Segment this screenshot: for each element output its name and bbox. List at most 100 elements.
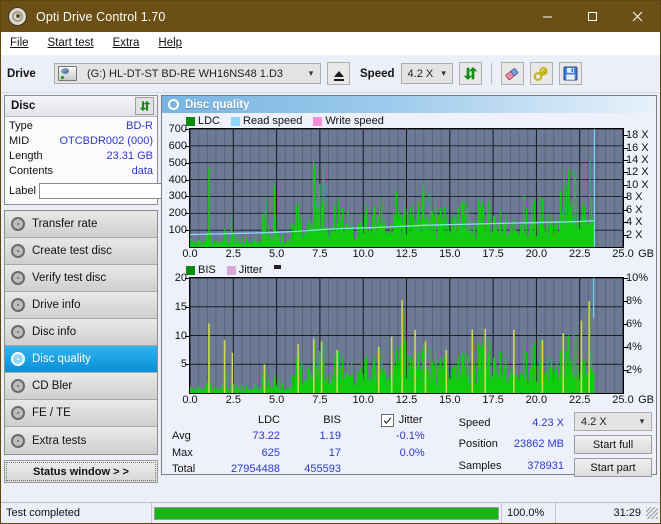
stats-table: LDC BIS Jitter Avg 73.22 1.19 -0.1% Max …	[168, 412, 441, 477]
resize-grip-icon[interactable]	[646, 507, 658, 519]
page-title: Disc quality	[185, 98, 250, 111]
sidebar-item-label: Transfer rate	[32, 218, 98, 230]
y-tick-label-right: 6%	[626, 318, 642, 330]
sidebar-item-disc-quality[interactable]: Disc quality	[5, 346, 157, 373]
disc-row-mid: MID OTCBDR002 (000)	[9, 134, 153, 149]
bis-plot-area[interactable]	[189, 277, 624, 394]
sidebar-item-verify-test-disc[interactable]: Verify test disc	[5, 265, 157, 292]
stats-area: LDC BIS Jitter Avg 73.22 1.19 -0.1% Max …	[162, 408, 656, 477]
disc-row-mid-value: OTCBDR002 (000)	[59, 135, 153, 147]
y-tick-label-right: 2%	[626, 364, 642, 376]
x-tick-label: 20.0	[525, 248, 548, 260]
menu-file[interactable]: File	[10, 37, 29, 49]
stats-position-label: Position	[458, 438, 498, 451]
minimize-icon[interactable]	[525, 1, 570, 32]
refresh-button[interactable]	[458, 62, 482, 85]
table-row: Speed 4.23 X	[455, 412, 568, 434]
disc-label-row: Label	[9, 181, 241, 201]
legend-entry-jitter: Jitter	[226, 264, 263, 276]
stats-row-avg-label: Avg	[172, 430, 191, 443]
stats-row-max-bis: 17	[328, 446, 341, 459]
status-bar: Test completed 100.0% 31:29	[1, 502, 660, 523]
x-tick-label: 5.0	[268, 248, 285, 260]
sidebar-item-extra-tests[interactable]: Extra tests	[5, 427, 157, 454]
jitter-toggle[interactable]: Jitter	[380, 413, 437, 427]
y-tick-label-right: 12 X	[626, 166, 649, 179]
disc-icon	[11, 379, 25, 393]
sidebar-item-create-test-disc[interactable]: Create test disc	[5, 238, 157, 265]
start-part-button[interactable]: Start part	[574, 458, 652, 477]
legend-entry-write-speed: Write speed	[313, 115, 384, 127]
chevron-down-icon: ▾	[308, 68, 314, 78]
window-controls	[525, 1, 660, 32]
ldc-x-axis: 0.0 2.5 5.0 7.5 10.0 12.5 15.0 17.5 20.0 22.5 25.0…	[182, 248, 654, 262]
drive-select[interactable]: (G:) HL-DT-ST BD-RE WH16NS48 1.D3 ▾	[54, 63, 321, 84]
menu-extra[interactable]: Extra	[113, 37, 140, 49]
menu-start-test[interactable]: Start test	[48, 37, 94, 49]
x-tick-label: 22.5	[568, 394, 591, 406]
eject-button[interactable]	[327, 62, 350, 85]
status-window-button[interactable]: Status window > >	[4, 460, 158, 483]
erase-button[interactable]	[500, 62, 524, 85]
y-tick-mark-right	[624, 160, 628, 162]
legend-label-bis: BIS	[198, 264, 216, 276]
x-tick-label: 2.5	[225, 248, 241, 260]
y-tick-mark-right	[624, 301, 628, 302]
disc-row-contents: Contents data	[9, 164, 153, 179]
start-part-label: Start part	[590, 461, 636, 474]
legend-label-jitter: Jitter	[238, 264, 263, 276]
disc-info-rows: Type BD-R MID OTCBDR002 (000) Length 23.…	[5, 117, 241, 204]
sidebar-item-label: Extra tests	[32, 434, 87, 447]
y-tick-mark-right	[624, 209, 628, 211]
sidebar-item-fe-te[interactable]: FE / TE	[5, 400, 157, 427]
ldc-plot-row: 700 600 500 400 300 200 100 18 X 16 X 14 X 12 X 10…	[162, 123, 656, 248]
app-window: Opti Drive Control 1.70 File Start test …	[0, 0, 661, 524]
save-icon	[563, 66, 578, 81]
x-tick-label: 20.0	[525, 394, 548, 406]
stats-row-total-label: Total	[172, 462, 196, 475]
speed-select[interactable]: 4.2 X ▾	[400, 63, 453, 84]
table-row: Position 23862 MB	[455, 434, 568, 456]
menu-help[interactable]: Help	[158, 37, 182, 49]
disc-icon	[168, 99, 179, 110]
bis-plot-row: 20 15 10 5 10% 8% 6% 4% 2%	[162, 272, 656, 394]
elapsed-time: 31:29	[613, 507, 641, 519]
status-window-label: Status window > >	[33, 465, 129, 478]
action-buttons: 4.2 X ▾ Start full Start part	[574, 412, 656, 477]
sidebar-item-drive-info[interactable]: Drive info	[5, 292, 157, 319]
bis-chart: BIS Jitter 20 15 10 5 10% 8% 6% 4% 2% 0.0 2.5 5.	[162, 262, 656, 408]
tools-button[interactable]	[529, 62, 553, 85]
jitter-label: Jitter	[398, 414, 423, 427]
ldc-plot-area[interactable]	[189, 128, 624, 248]
close-icon[interactable]	[615, 1, 660, 32]
x-tick-label: 25.0	[612, 248, 634, 260]
x-tick-label: 2.5	[225, 394, 241, 406]
progress-container	[151, 503, 502, 523]
tools-icon	[533, 66, 548, 81]
sidebar-item-transfer-rate[interactable]: Transfer rate	[5, 211, 157, 238]
speed-label: Speed	[360, 67, 395, 80]
speed-select-value: 4.2 X	[407, 67, 434, 80]
save-button[interactable]	[558, 62, 582, 85]
y-tick-label-right: 16 X	[626, 141, 649, 154]
chevron-down-icon: ▾	[639, 416, 645, 426]
refresh-icon	[463, 67, 477, 80]
menu-help-label: Help	[158, 37, 183, 49]
sidebar-item-cd-bler[interactable]: CD Bler	[5, 373, 157, 400]
disc-panel-header: Disc	[5, 96, 157, 117]
disc-icon	[11, 217, 25, 231]
bis-chart-legend: BIS Jitter	[162, 262, 656, 277]
sidebar-item-disc-info[interactable]: Disc info	[5, 319, 157, 346]
legend-swatch-bis	[186, 265, 195, 275]
x-tick-label: 12.5	[395, 394, 418, 406]
disc-refresh-button[interactable]	[135, 97, 154, 115]
jitter-checkbox[interactable]	[380, 413, 394, 427]
content-area: Disc quality LDC Read speed Write speed …	[161, 93, 660, 477]
maximize-icon[interactable]	[570, 1, 615, 32]
sidebar-item-label: Verify test disc	[32, 272, 107, 284]
legend-entry-read-speed: Read speed	[231, 115, 302, 127]
start-full-button[interactable]: Start full	[574, 435, 652, 454]
test-speed-select[interactable]: 4.2 X ▾	[574, 412, 652, 431]
toolbar: Drive (G:) HL-DT-ST BD-RE WH16NS48 1.D3 …	[1, 55, 660, 93]
y-tick-label-right: 8 X	[626, 191, 643, 204]
